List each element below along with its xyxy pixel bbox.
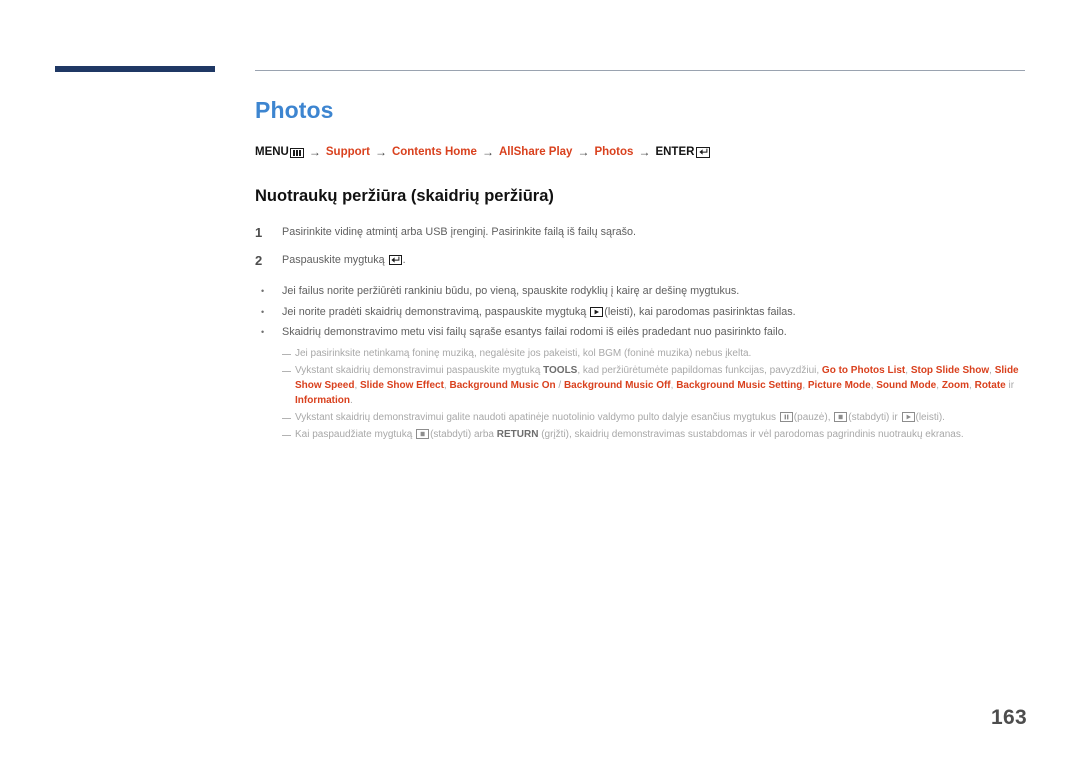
note-text-3: (stabdyti) ir <box>848 412 901 423</box>
steps-list: 1 Pasirinkite vidinę atmintį arba USB įr… <box>255 224 1030 269</box>
step-item: 2 Paspauskite mygtuką . <box>255 252 1030 269</box>
breadcrumb-separator: → <box>308 145 321 159</box>
breadcrumb-item-support: Support <box>325 146 370 158</box>
note-text-1: Kai paspaudžiate mygtuką <box>295 429 416 440</box>
page-number: 163 <box>991 706 1027 729</box>
note-text-2: , kad peržiūrėtumėte papildomas funkcija… <box>577 365 822 376</box>
bullet-text: Jei failus norite peržiūrėti rankiniu bū… <box>282 285 740 297</box>
step-text: Pasirinkite vidinę atmintį arba USB įren… <box>282 226 637 238</box>
menu-option-background-music-setting: Background Music Setting <box>676 380 803 391</box>
menu-option-information: Information <box>295 395 350 406</box>
note-text-1: Vykstant skaidrių demonstravimui paspaus… <box>295 365 544 376</box>
step-number: 1 <box>255 225 263 240</box>
menu-option-slide-show-effect: Slide Show Effect <box>360 380 444 391</box>
breadcrumb-item-menu: MENU <box>255 144 304 160</box>
bullet-text-after: (leisti), kai parodomas pasirinktas fail… <box>604 305 796 318</box>
enter-icon <box>388 255 402 265</box>
breadcrumb-item-contents-home: Contents Home <box>391 146 477 158</box>
breadcrumb-separator: → <box>481 145 494 159</box>
header-rule-accent <box>55 66 215 72</box>
note-dash <box>282 427 295 437</box>
step-item: 1 Pasirinkite vidinę atmintį arba USB įr… <box>255 224 1030 241</box>
note-item-remote: Vykstant skaidrių demonstravimui galite … <box>282 410 1030 425</box>
note-dash <box>282 363 295 373</box>
bullet-list: • Jei failus norite peržiūrėti rankiniu … <box>255 283 1030 341</box>
note-item-tools: Vykstant skaidrių demonstravimui paspaus… <box>282 363 1030 408</box>
note-text: Vykstant skaidrių demonstravimui galite … <box>295 410 945 425</box>
bullet-text: Jei norite pradėti skaidrių demonstravim… <box>282 304 796 321</box>
menu-option-picture-mode: Picture Mode <box>807 380 871 391</box>
breadcrumb-separator: → <box>577 145 590 159</box>
note-text-3: (grįžti), skaidrių demonstravimas sustab… <box>538 429 964 440</box>
stop-icon <box>416 429 430 439</box>
menu-option-background-music-off: Background Music Off <box>563 380 671 391</box>
step-text-after: . <box>402 254 406 266</box>
document-page: Photos MENU → Support → Contents Home → … <box>0 0 1080 763</box>
menu-option-background-music-on: Background Music On <box>449 380 556 391</box>
menu-option-go-to-photos-list: Go to Photos List <box>821 365 906 376</box>
notes-list: Jei pasirinksite netinkamą foninę muziką… <box>255 346 1030 442</box>
bullet-item: • Skaidrių demonstravimo metu visi failų… <box>255 324 1030 341</box>
breadcrumb-separator: → <box>374 145 387 159</box>
note-text-2: (stabdyti) arba <box>430 429 497 440</box>
note-dash <box>282 410 295 420</box>
bullet-text: Skaidrių demonstravimo metu visi failų s… <box>282 326 787 338</box>
page-content: Photos MENU → Support → Contents Home → … <box>255 95 1030 444</box>
menu-option-zoom: Zoom <box>941 380 970 391</box>
menu-option-separator: / <box>555 380 564 391</box>
note-text: Jei pasirinksite netinkamą foninę muziką… <box>295 348 752 359</box>
header-rule-line <box>255 70 1025 71</box>
menu-option-stop-slide-show: Stop Slide Show <box>910 365 990 376</box>
breadcrumb-separator: → <box>638 145 651 159</box>
note-dash <box>282 346 295 356</box>
bullet-item: • Jei norite pradėti skaidrių demonstrav… <box>255 304 1030 321</box>
step-number: 2 <box>255 253 263 268</box>
note-item-bgm: Jei pasirinksite netinkamą foninę muziką… <box>282 346 1030 361</box>
note-text-4: (leisti). <box>915 412 945 423</box>
breadcrumb-item-enter: ENTER <box>655 144 711 160</box>
note-terminator: . <box>350 395 353 406</box>
note-text-2: (pauzė), <box>793 412 834 423</box>
return-button-label: RETURN <box>496 429 539 440</box>
note-conjunction: ir <box>1005 380 1015 391</box>
bullet-marker: • <box>261 286 265 296</box>
bullet-text-before: Jei norite pradėti skaidrių demonstravim… <box>282 305 590 318</box>
note-text: Kai paspaudžiate mygtuką (stabdyti) arba… <box>295 427 964 442</box>
bullet-marker: • <box>261 327 265 337</box>
note-text: Vykstant skaidrių demonstravimui paspaus… <box>295 365 1019 406</box>
play-icon <box>590 306 604 317</box>
tools-button-label: TOOLS <box>543 365 578 376</box>
breadcrumb: MENU → Support → Contents Home → AllShar… <box>255 144 1030 160</box>
menu-option-rotate: Rotate <box>974 380 1006 391</box>
enter-icon <box>696 146 711 158</box>
page-title: Photos <box>255 97 334 123</box>
step-text: Paspauskite mygtuką . <box>282 252 406 268</box>
step-text-before: Paspauskite mygtuką <box>282 254 388 266</box>
page-header <box>0 0 1080 80</box>
pause-icon <box>779 412 793 422</box>
breadcrumb-item-photos: Photos <box>594 146 634 158</box>
bullet-marker: • <box>261 306 265 317</box>
bullet-item: • Jei failus norite peržiūrėti rankiniu … <box>255 283 1030 300</box>
menu-option-sound-mode: Sound Mode <box>876 380 937 391</box>
play-icon <box>901 412 915 422</box>
note-text-1: Vykstant skaidrių demonstravimui galite … <box>295 412 779 423</box>
menu-icon <box>289 148 304 158</box>
breadcrumb-item-allshare-play: AllShare Play <box>498 146 573 158</box>
note-item-return: Kai paspaudžiate mygtuką (stabdyti) arba… <box>282 427 1030 442</box>
stop-icon <box>834 412 848 422</box>
section-title: Nuotraukų peržiūra (skaidrių peržiūra) <box>255 187 554 205</box>
